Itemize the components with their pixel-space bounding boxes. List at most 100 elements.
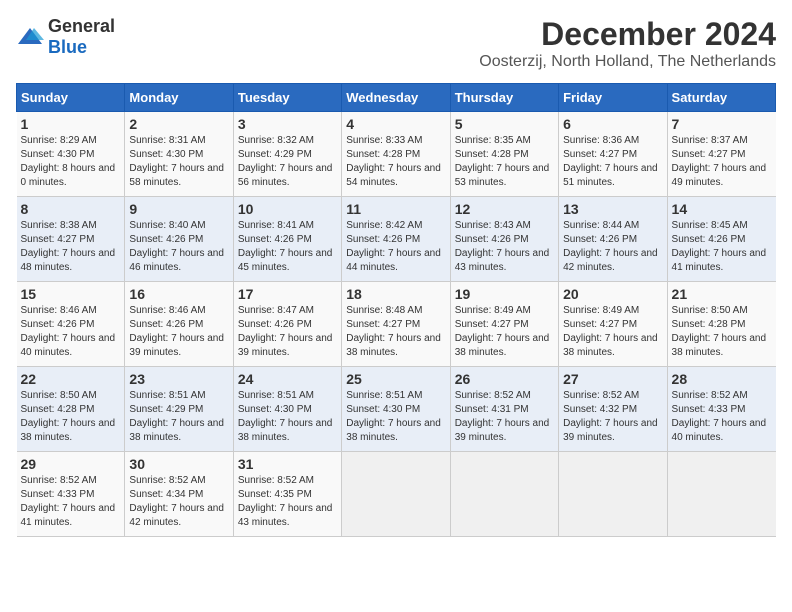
day-detail: Sunrise: 8:51 AMSunset: 4:30 PMDaylight:…	[346, 390, 441, 443]
day-detail: Sunrise: 8:46 AMSunset: 4:26 PMDaylight:…	[129, 305, 224, 358]
calendar-cell: 7Sunrise: 8:37 AMSunset: 4:27 PMDaylight…	[667, 112, 775, 197]
calendar-cell: 13 Sunrise: 8:44 AMSunset: 4:26 PMDayligh…	[559, 197, 667, 282]
day-detail: Sunrise: 8:36 AMSunset: 4:27 PMDaylight:…	[563, 135, 658, 188]
day-detail: Sunrise: 8:42 AMSunset: 4:26 PMDaylight:…	[346, 220, 441, 273]
day-detail: Sunrise: 8:37 AMSunset: 4:27 PMDaylight:…	[672, 135, 767, 188]
day-number: 17	[238, 286, 337, 302]
day-detail: Sunrise: 8:52 AMSunset: 4:31 PMDaylight:…	[455, 390, 550, 443]
day-number: 23	[129, 371, 228, 387]
day-number: 20	[563, 286, 662, 302]
calendar-cell: 4Sunrise: 8:33 AMSunset: 4:28 PMDaylight…	[342, 112, 450, 197]
calendar-cell: 15Sunrise: 8:46 AMSunset: 4:26 PMDayligh…	[17, 282, 125, 367]
calendar-cell: 17Sunrise: 8:47 AMSunset: 4:26 PMDayligh…	[233, 282, 341, 367]
calendar-cell: 24Sunrise: 8:51 AMSunset: 4:30 PMDayligh…	[233, 367, 341, 452]
day-number: 1	[21, 116, 121, 132]
day-detail: Sunrise: 8:44 AMSunset: 4:26 PMDaylight:…	[563, 220, 658, 273]
calendar-cell: 21Sunrise: 8:50 AMSunset: 4:28 PMDayligh…	[667, 282, 775, 367]
day-number: 10	[238, 201, 337, 217]
weekday-header-saturday: Saturday	[667, 84, 775, 112]
day-number: 5	[455, 116, 554, 132]
calendar-week-1: 1 Sunrise: 8:29 AMSunset: 4:30 PMDaylight…	[17, 112, 776, 197]
day-number: 28	[672, 371, 772, 387]
day-detail: Sunrise: 8:31 AMSunset: 4:30 PMDaylight:…	[129, 135, 224, 188]
day-detail: Sunrise: 8:29 AMSunset: 4:30 PMDaylight:…	[21, 135, 116, 188]
weekday-header-tuesday: Tuesday	[233, 84, 341, 112]
day-number: 29	[21, 456, 121, 472]
day-detail: Sunrise: 8:41 AMSunset: 4:26 PMDaylight:…	[238, 220, 333, 273]
day-detail: Sunrise: 8:51 AMSunset: 4:29 PMDaylight:…	[129, 390, 224, 443]
logo-icon	[16, 26, 44, 48]
day-number: 12	[455, 201, 554, 217]
day-detail: Sunrise: 8:48 AMSunset: 4:27 PMDaylight:…	[346, 305, 441, 358]
calendar-cell: 2Sunrise: 8:31 AMSunset: 4:30 PMDaylight…	[125, 112, 233, 197]
day-number: 6	[563, 116, 662, 132]
calendar-cell: 1 Sunrise: 8:29 AMSunset: 4:30 PMDaylight…	[17, 112, 125, 197]
subtitle: Oosterzij, North Holland, The Netherland…	[479, 53, 776, 71]
day-detail: Sunrise: 8:50 AMSunset: 4:28 PMDaylight:…	[21, 390, 116, 443]
day-detail: Sunrise: 8:52 AMSunset: 4:33 PMDaylight:…	[21, 475, 116, 528]
calendar-cell	[342, 452, 450, 537]
calendar-cell: 23 Sunrise: 8:51 AMSunset: 4:29 PMDayligh…	[125, 367, 233, 452]
calendar-cell: 25 Sunrise: 8:51 AMSunset: 4:30 PMDayligh…	[342, 367, 450, 452]
weekday-header-sunday: Sunday	[17, 84, 125, 112]
calendar-cell: 11 Sunrise: 8:42 AMSunset: 4:26 PMDayligh…	[342, 197, 450, 282]
day-detail: Sunrise: 8:35 AMSunset: 4:28 PMDaylight:…	[455, 135, 550, 188]
day-number: 11	[346, 201, 445, 217]
calendar-cell: 22 Sunrise: 8:50 AMSunset: 4:28 PMDayligh…	[17, 367, 125, 452]
day-detail: Sunrise: 8:52 AMSunset: 4:32 PMDaylight:…	[563, 390, 658, 443]
day-number: 22	[21, 371, 121, 387]
day-number: 3	[238, 116, 337, 132]
day-number: 30	[129, 456, 228, 472]
day-number: 13	[563, 201, 662, 217]
day-number: 21	[672, 286, 772, 302]
calendar-cell: 16 Sunrise: 8:46 AMSunset: 4:26 PMDayligh…	[125, 282, 233, 367]
calendar-week-4: 22 Sunrise: 8:50 AMSunset: 4:28 PMDayligh…	[17, 367, 776, 452]
day-detail: Sunrise: 8:45 AMSunset: 4:26 PMDaylight:…	[672, 220, 767, 273]
weekday-header-friday: Friday	[559, 84, 667, 112]
calendar-cell	[667, 452, 775, 537]
day-number: 27	[563, 371, 662, 387]
day-number: 18	[346, 286, 445, 302]
weekday-header-wednesday: Wednesday	[342, 84, 450, 112]
calendar-cell	[450, 452, 558, 537]
calendar-table: SundayMondayTuesdayWednesdayThursdayFrid…	[16, 83, 776, 537]
calendar-week-5: 29 Sunrise: 8:52 AMSunset: 4:33 PMDayligh…	[17, 452, 776, 537]
calendar-cell: 12Sunrise: 8:43 AMSunset: 4:26 PMDayligh…	[450, 197, 558, 282]
calendar-week-2: 8 Sunrise: 8:38 AMSunset: 4:27 PMDaylight…	[17, 197, 776, 282]
logo: General Blue	[16, 16, 115, 58]
day-number: 16	[129, 286, 228, 302]
weekday-header-monday: Monday	[125, 84, 233, 112]
calendar-week-3: 15Sunrise: 8:46 AMSunset: 4:26 PMDayligh…	[17, 282, 776, 367]
day-number: 9	[129, 201, 228, 217]
calendar-cell: 5 Sunrise: 8:35 AMSunset: 4:28 PMDaylight…	[450, 112, 558, 197]
calendar-cell: 27 Sunrise: 8:52 AMSunset: 4:32 PMDayligh…	[559, 367, 667, 452]
day-detail: Sunrise: 8:38 AMSunset: 4:27 PMDaylight:…	[21, 220, 116, 273]
logo-blue-text: Blue	[48, 37, 87, 57]
day-number: 4	[346, 116, 445, 132]
day-number: 26	[455, 371, 554, 387]
logo-general-text: General	[48, 16, 115, 36]
calendar-cell: 14Sunrise: 8:45 AMSunset: 4:26 PMDayligh…	[667, 197, 775, 282]
day-detail: Sunrise: 8:46 AMSunset: 4:26 PMDaylight:…	[21, 305, 116, 358]
calendar-cell: 30 Sunrise: 8:52 AMSunset: 4:34 PMDayligh…	[125, 452, 233, 537]
calendar-cell: 28 Sunrise: 8:52 AMSunset: 4:33 PMDayligh…	[667, 367, 775, 452]
day-number: 25	[346, 371, 445, 387]
calendar-cell: 19 Sunrise: 8:49 AMSunset: 4:27 PMDayligh…	[450, 282, 558, 367]
main-title: December 2024	[479, 16, 776, 53]
calendar-cell: 6 Sunrise: 8:36 AMSunset: 4:27 PMDaylight…	[559, 112, 667, 197]
calendar-cell: 8 Sunrise: 8:38 AMSunset: 4:27 PMDaylight…	[17, 197, 125, 282]
calendar-cell	[559, 452, 667, 537]
day-detail: Sunrise: 8:52 AMSunset: 4:33 PMDaylight:…	[672, 390, 767, 443]
page-header: General Blue December 2024 Oosterzij, No…	[16, 16, 776, 71]
day-detail: Sunrise: 8:52 AMSunset: 4:34 PMDaylight:…	[129, 475, 224, 528]
day-detail: Sunrise: 8:32 AMSunset: 4:29 PMDaylight:…	[238, 135, 333, 188]
title-area: December 2024 Oosterzij, North Holland, …	[479, 16, 776, 71]
day-detail: Sunrise: 8:49 AMSunset: 4:27 PMDaylight:…	[455, 305, 550, 358]
day-number: 8	[21, 201, 121, 217]
weekday-header-row: SundayMondayTuesdayWednesdayThursdayFrid…	[17, 84, 776, 112]
calendar-cell: 18 Sunrise: 8:48 AMSunset: 4:27 PMDayligh…	[342, 282, 450, 367]
calendar-cell: 9Sunrise: 8:40 AMSunset: 4:26 PMDaylight…	[125, 197, 233, 282]
weekday-header-thursday: Thursday	[450, 84, 558, 112]
day-number: 19	[455, 286, 554, 302]
day-detail: Sunrise: 8:49 AMSunset: 4:27 PMDaylight:…	[563, 305, 658, 358]
